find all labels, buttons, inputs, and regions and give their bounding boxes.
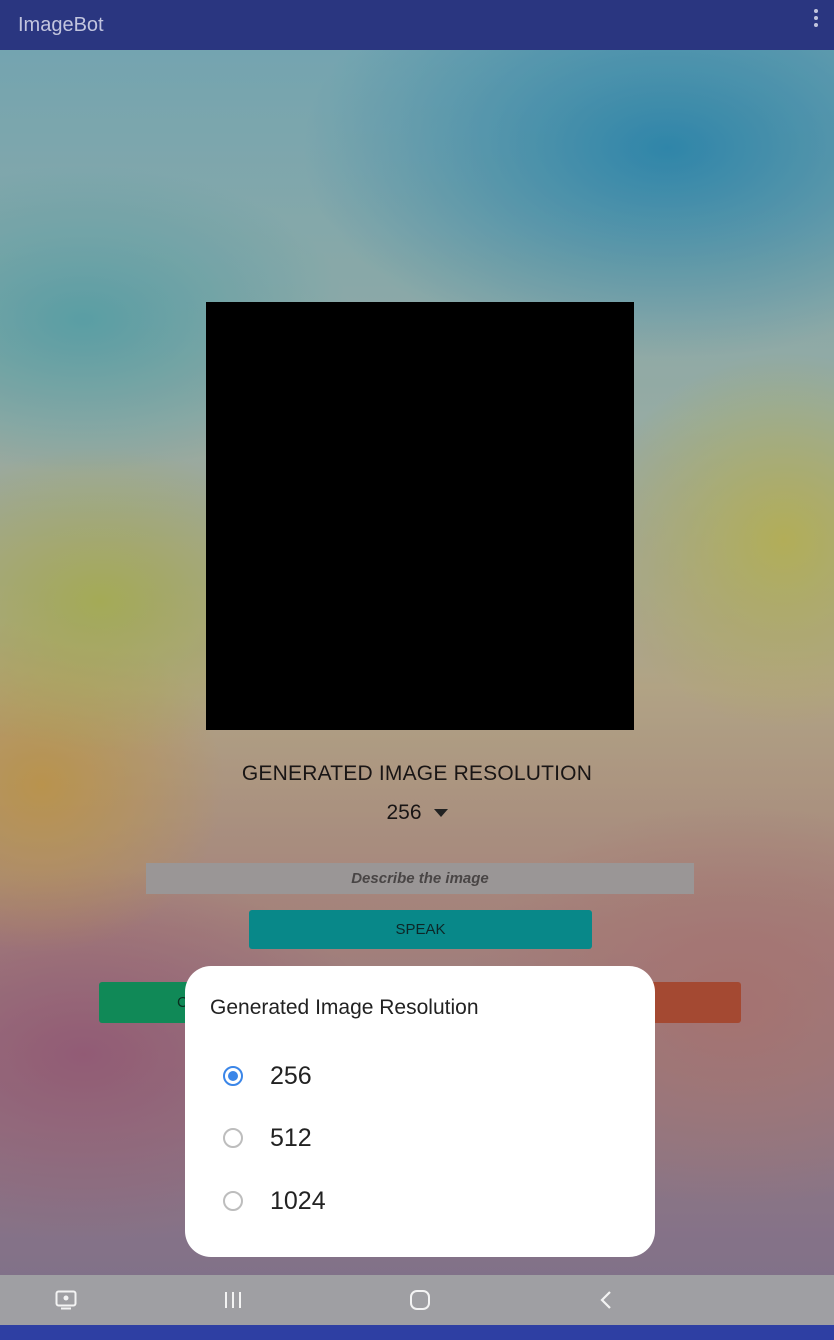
option-512[interactable]: 512 [185,1109,655,1167]
radio-button[interactable] [223,1128,243,1148]
dialog-title: Generated Image Resolution [210,996,479,1019]
radio-button[interactable] [223,1191,243,1211]
back-icon[interactable] [598,1290,614,1310]
system-nav-bar [0,1275,834,1325]
radio-button-checked[interactable] [223,1066,243,1086]
option-256[interactable]: 256 [185,1047,655,1105]
option-label: 256 [270,1061,312,1090]
overflow-menu-icon[interactable] [812,9,820,27]
option-label: 1024 [270,1186,326,1215]
screenshot-icon[interactable] [55,1290,77,1310]
bottom-strip [0,1325,834,1340]
app-bar: ImageBot [0,0,834,50]
resolution-dialog: Generated Image Resolution 256 512 1024 [185,966,655,1257]
app-title: ImageBot [18,13,104,36]
home-icon[interactable] [409,1290,431,1310]
option-1024[interactable]: 1024 [185,1172,655,1230]
recent-apps-icon[interactable] [223,1290,243,1310]
option-label: 512 [270,1123,312,1152]
